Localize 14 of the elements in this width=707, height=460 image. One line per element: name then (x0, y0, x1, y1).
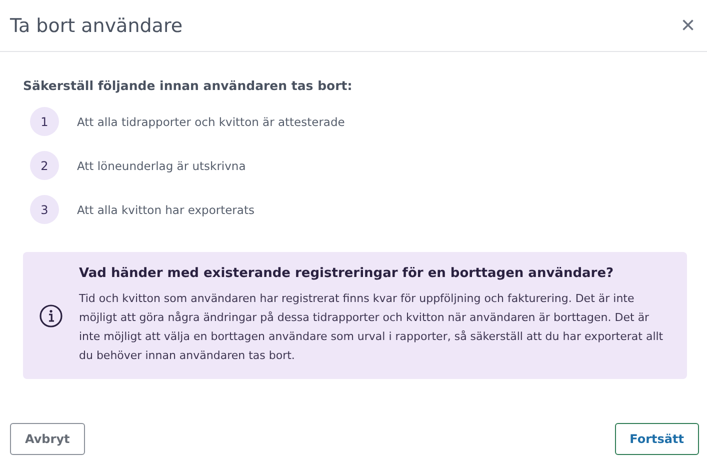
cancel-button[interactable]: Avbryt (10, 423, 85, 455)
info-icon (39, 304, 63, 328)
step-number: 2 (30, 151, 59, 180)
step-text: Att alla tidrapporter och kvitton är attesterade (77, 114, 345, 128)
dialog-title: Ta bort användare (10, 14, 183, 36)
info-text: Tid och kvitton som användaren har registrerat finns kvar för uppföljning och fakturering. Det är inte möjligt att göra några ändringar på dessa tidrapporter och kvitton när användaren är borttagen. Det är inte möjligt att välja en borttagen användare som urval i rapporter, så säkerställ att du har exporterat allt du behöver innan användaren tas bort. (79, 291, 664, 364)
intro-heading: Säkerställ följande innan användaren tas bort: (23, 78, 354, 93)
step-text: Att alla kvitton har exporterats (77, 202, 254, 216)
step-number: 1 (30, 107, 59, 136)
info-title: Vad händer med existerande registreringar för en borttagen användare? (79, 266, 615, 281)
step-text: Att löneunderlag är utskrivna (77, 158, 246, 172)
step-number: 3 (30, 195, 59, 224)
continue-button[interactable]: Fortsätt (614, 423, 699, 455)
close-button[interactable]: × (676, 14, 699, 38)
